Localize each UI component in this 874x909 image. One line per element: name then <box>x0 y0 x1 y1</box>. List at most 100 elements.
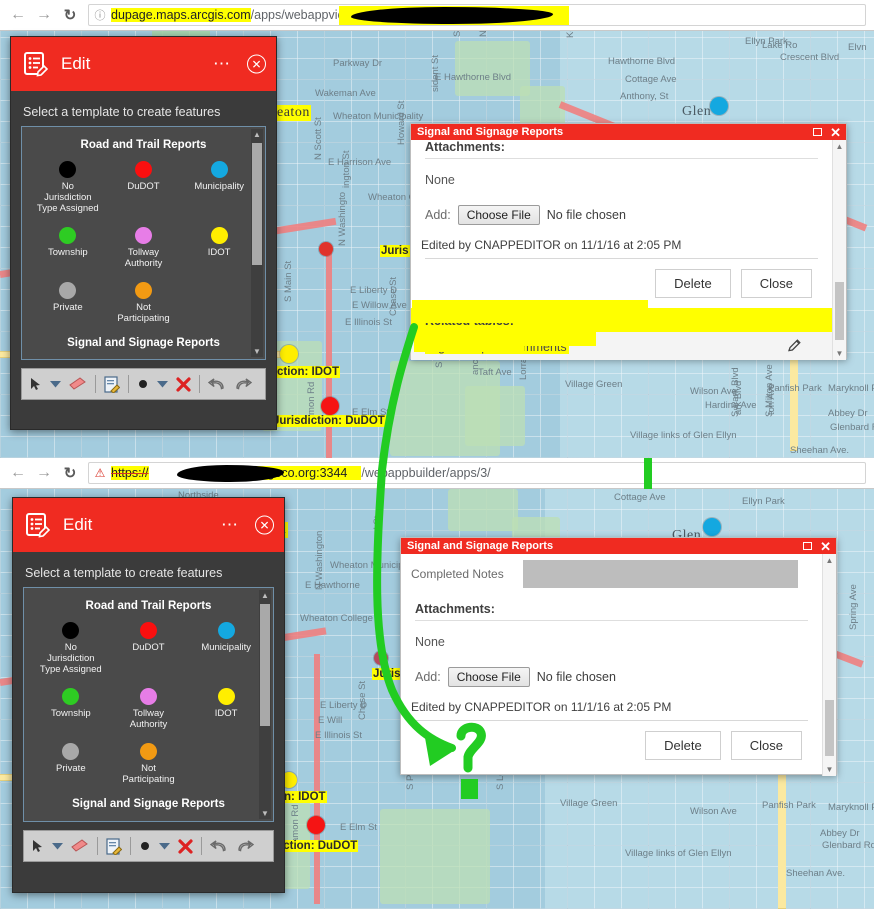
related-table-name[interactable]: Signal Report Comments <box>425 340 569 354</box>
info-circle-icon[interactable]: ⓘ <box>89 7 111 23</box>
reload-icon[interactable]: ↻ <box>58 461 82 485</box>
popup-header-top[interactable]: Signal and Signage Reports ✕ <box>411 124 846 140</box>
undo-tool[interactable] <box>210 837 228 855</box>
template-item-idot[interactable]: IDOT <box>187 687 265 731</box>
template-item-municipality[interactable]: Municipality <box>181 161 257 215</box>
ellipsis-icon[interactable]: ⋯ <box>221 515 240 535</box>
point-draw-tool[interactable] <box>137 375 149 393</box>
select-arrow-tool[interactable] <box>32 837 44 855</box>
template-item-private[interactable]: Private <box>32 742 110 786</box>
forward-icon[interactable]: → <box>32 461 56 485</box>
select-dropdown[interactable] <box>52 837 63 855</box>
maximize-icon[interactable] <box>803 542 813 550</box>
template-item-not-participating[interactable]: Not Participating <box>110 742 188 786</box>
popup-header-bottom[interactable]: Signal and Signage Reports ✕ <box>401 538 836 554</box>
select-arrow-tool[interactable] <box>30 375 42 393</box>
delete-button[interactable]: Delete <box>655 269 731 298</box>
template-grid[interactable]: No Jurisdiction Type Assigned DuDOT Munici… <box>32 622 265 785</box>
eraser-tool[interactable] <box>69 375 87 393</box>
eraser-tool[interactable] <box>71 837 89 855</box>
choose-file-button[interactable]: Choose File <box>457 205 540 225</box>
scroll-thumb[interactable] <box>835 282 844 340</box>
template-item-private[interactable]: Private <box>30 281 106 325</box>
close-x-icon[interactable]: ✕ <box>830 126 841 139</box>
template-item-tollway-authority[interactable]: Tollway Authority <box>106 226 182 270</box>
close-button[interactable]: Close <box>730 731 802 760</box>
draw-dropdown[interactable] <box>159 837 170 855</box>
template-scrollbar[interactable]: ▲ ▼ <box>259 590 271 819</box>
template-grid[interactable]: No Jurisdiction Type Assigned DuDOT Munici… <box>30 161 257 324</box>
draw-dropdown[interactable] <box>157 375 168 393</box>
close-x-icon[interactable]: ✕ <box>820 540 831 553</box>
template-item-no-jurisdiction-type-assigned[interactable]: No Jurisdiction Type Assigned <box>30 161 106 215</box>
scroll-up-icon[interactable]: ▲ <box>259 591 271 600</box>
feature-popup-top[interactable]: Signal and Signage Reports ✕ Attachments… <box>410 123 847 360</box>
template-item-dudot[interactable]: DuDOT <box>106 161 182 215</box>
scroll-up-icon[interactable]: ▲ <box>251 130 263 139</box>
template-picker-top[interactable]: Road and Trail Reports No Jurisdiction T… <box>21 126 266 360</box>
select-dropdown[interactable] <box>50 375 61 393</box>
template-item-tollway-authority[interactable]: Tollway Authority <box>110 687 188 731</box>
edit-widget-panel-bottom[interactable]: Edit ⋯ ✕ Select a template to create fea… <box>12 497 285 893</box>
scroll-thumb[interactable] <box>825 700 834 756</box>
popup-scrollbar-top[interactable]: ▲ ▼ <box>832 140 846 360</box>
template-item-idot[interactable]: IDOT <box>181 226 257 270</box>
template-item-township[interactable]: Township <box>32 687 110 731</box>
popup-scrollbar-bottom[interactable]: ▲ ▼ <box>822 554 836 776</box>
popup-body-bottom: Completed Notes Attachments: None Add: C… <box>401 554 836 776</box>
dudot-marker[interactable] <box>319 242 333 256</box>
point-draw-tool[interactable] <box>139 837 151 855</box>
municipality-marker[interactable] <box>710 97 728 115</box>
template-scrollbar[interactable]: ▲ ▼ <box>251 129 263 357</box>
template-item-not-participating[interactable]: Not Participating <box>106 281 182 325</box>
delete-tool[interactable] <box>178 837 193 855</box>
delete-button[interactable]: Delete <box>645 731 721 760</box>
template-picker-bottom[interactable]: Road and Trail Reports No Jurisdiction T… <box>23 587 274 822</box>
idot-marker[interactable] <box>280 345 298 363</box>
scroll-down-icon[interactable]: ▼ <box>259 809 271 818</box>
feature-popup-bottom[interactable]: Signal and Signage Reports ✕ Completed N… <box>400 537 837 776</box>
scroll-down-icon[interactable]: ▼ <box>823 765 836 774</box>
template-item-municipality[interactable]: Municipality <box>187 622 265 676</box>
reload-icon[interactable]: ↻ <box>58 3 82 27</box>
dudot-marker[interactable] <box>374 651 388 665</box>
municipality-marker[interactable] <box>703 518 721 536</box>
undo-tool[interactable] <box>208 375 226 393</box>
address-bar-bottom[interactable]: ⚠ https://pageco.org:3344 /webappbuilder… <box>88 462 866 484</box>
template-item-township[interactable]: Township <box>30 226 106 270</box>
pencil-icon[interactable] <box>787 338 802 356</box>
choose-file-button[interactable]: Choose File <box>447 667 530 687</box>
scroll-thumb[interactable] <box>252 143 262 265</box>
attribute-edit-tool[interactable] <box>106 837 122 855</box>
map-street-label: Anthony, St <box>620 91 669 102</box>
scroll-down-icon[interactable]: ▼ <box>833 349 846 358</box>
completed-notes-field[interactable] <box>523 560 798 588</box>
template-symbol-icon <box>217 622 235 639</box>
redo-tool[interactable] <box>234 375 252 393</box>
edit-toolbar-top[interactable] <box>21 368 266 400</box>
template-item-no-jurisdiction-type-assigned[interactable]: No Jurisdiction Type Assigned <box>32 622 110 676</box>
close-circle-icon[interactable]: ✕ <box>247 54 266 74</box>
maximize-icon[interactable] <box>813 128 823 136</box>
ellipsis-icon[interactable]: ⋯ <box>213 54 232 74</box>
edit-toolbar-bottom[interactable] <box>23 830 274 862</box>
scroll-up-icon[interactable]: ▲ <box>823 556 836 565</box>
address-bar-top[interactable]: ⓘ dupage.maps.arcgis.com/apps/webappview… <box>88 4 866 26</box>
warning-triangle-icon[interactable]: ⚠ <box>89 466 111 480</box>
attribute-edit-tool[interactable] <box>104 375 120 393</box>
delete-tool[interactable] <box>176 375 191 393</box>
forward-icon[interactable]: → <box>32 3 56 27</box>
back-icon[interactable]: ← <box>6 461 30 485</box>
back-icon[interactable]: ← <box>6 3 30 27</box>
scroll-down-icon[interactable]: ▼ <box>251 347 263 356</box>
edit-widget-panel-top[interactable]: Edit ⋯ ✕ Select a template to create fea… <box>10 36 277 430</box>
dudot-marker-2[interactable] <box>307 816 325 834</box>
scroll-up-icon[interactable]: ▲ <box>833 142 846 151</box>
scroll-thumb[interactable] <box>260 604 270 726</box>
template-item-dudot[interactable]: DuDOT <box>110 622 188 676</box>
redo-tool[interactable] <box>236 837 254 855</box>
related-table-row[interactable]: Signal Report Comments <box>411 332 832 360</box>
close-circle-icon[interactable]: ✕ <box>255 515 274 535</box>
dudot-marker-2[interactable] <box>321 397 339 415</box>
close-button[interactable]: Close <box>740 269 812 298</box>
